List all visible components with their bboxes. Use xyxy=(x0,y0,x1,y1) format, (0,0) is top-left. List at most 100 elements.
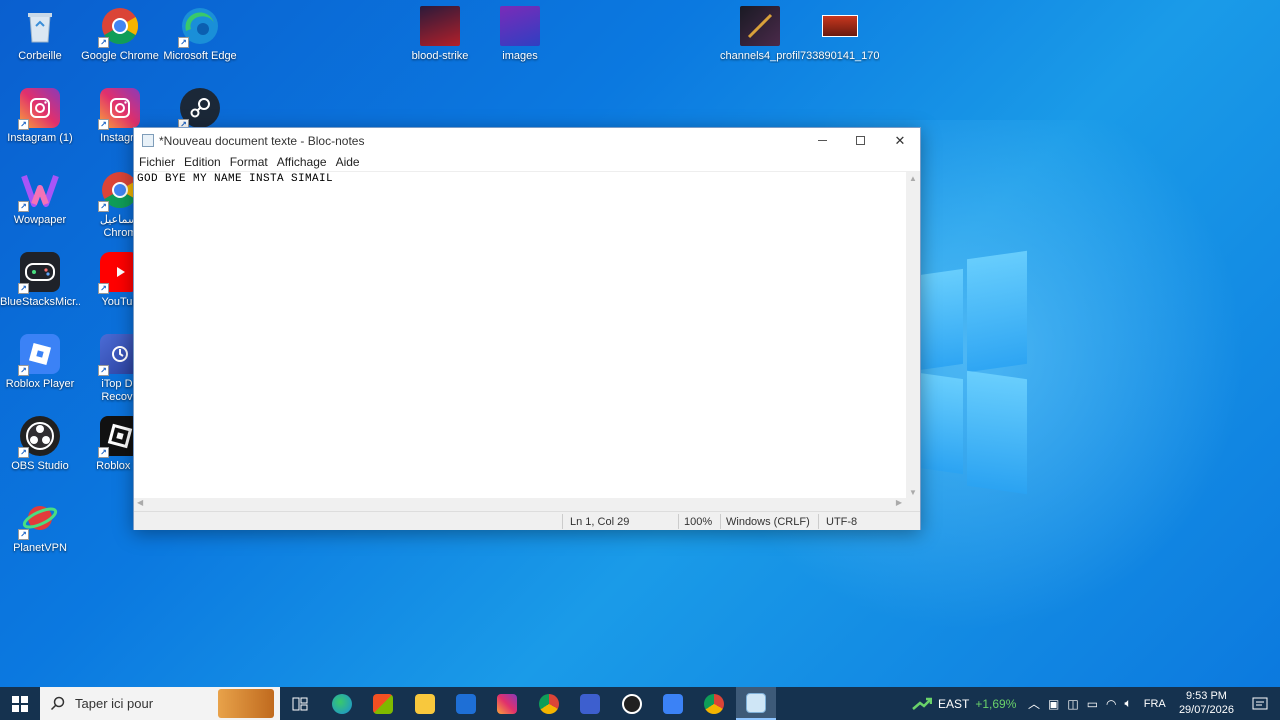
taskbar-edge[interactable] xyxy=(322,687,362,720)
recycle-bin-icon xyxy=(20,6,60,46)
taskbar-instagram[interactable] xyxy=(487,687,527,720)
menu-format[interactable]: Format xyxy=(230,155,268,169)
desktop-icon-label: Google Chrome xyxy=(81,50,159,62)
desktop-icon-label: 733890141_170... xyxy=(800,50,880,62)
language-indicator[interactable]: FRA xyxy=(1144,698,1166,710)
minimize-icon xyxy=(817,140,827,141)
desktop-icon-label: Wowpaper xyxy=(13,214,67,226)
tray-sync-icon[interactable]: ◫ xyxy=(1067,697,1078,711)
close-icon: ✕ xyxy=(894,132,906,148)
desktop-icon-instagram-1[interactable]: ↗ Instagram (1) xyxy=(0,88,80,145)
system-tray-icons: ︿ ▣ ◫ ▭ ◠ 🔈︎ FRA xyxy=(1028,687,1166,720)
stock-name: EAST xyxy=(938,696,970,711)
stock-up-arrow-icon xyxy=(912,697,932,710)
show-hidden-icons-chevron-icon[interactable]: ︿ xyxy=(1028,695,1040,712)
desktop-icon-blood-strike[interactable]: blood-strike xyxy=(400,6,480,63)
desktop-icon-label: Roblox Player xyxy=(5,378,75,390)
obs-studio-icon: ↗ xyxy=(18,416,60,458)
steam-icon: ↗ xyxy=(178,88,220,130)
scroll-up-icon[interactable]: ▲ xyxy=(909,174,917,183)
taskbar-itop-recovery[interactable] xyxy=(570,687,610,720)
status-divider xyxy=(678,514,679,529)
itop-data-recovery-icon xyxy=(580,693,600,714)
image-file-thumbnail-icon xyxy=(820,6,860,46)
tray-app-icon[interactable]: ▣ xyxy=(1048,697,1059,711)
instagram-icon xyxy=(497,693,517,714)
notepad-window[interactable]: *Nouveau document texte - Bloc-notes ✕ F… xyxy=(133,127,921,530)
desktop-icon-planetvpn[interactable]: ↗ PlanetVPN xyxy=(0,498,80,555)
menu-edition[interactable]: Edition xyxy=(184,155,221,169)
search-placeholder: Taper ici pour xyxy=(75,696,154,711)
cursor-position: Ln 1, Col 29 xyxy=(570,516,630,528)
desktop-icon-images[interactable]: images xyxy=(480,6,560,63)
desktop-icon-label: PlanetVPN xyxy=(13,542,67,554)
obs-studio-icon xyxy=(622,693,642,714)
taskbar-search-box[interactable]: Taper ici pour xyxy=(40,687,280,720)
text-editor-area[interactable]: GOD BYE MY NAME INSTA SIMAIL ▲ ▼ xyxy=(134,171,920,499)
desktop-icon-channels4-profile[interactable]: channels4_profile xyxy=(720,6,800,63)
editor-content[interactable]: GOD BYE MY NAME INSTA SIMAIL xyxy=(137,173,333,185)
menu-affichage[interactable]: Affichage xyxy=(277,155,327,169)
notification-icon xyxy=(1252,697,1268,709)
desktop-icon-image-file[interactable]: 733890141_170... xyxy=(800,6,880,63)
minimize-button[interactable] xyxy=(802,128,842,153)
desktop-icon-label: Microsoft Edge xyxy=(163,50,237,62)
window-title: *Nouveau document texte - Bloc-notes xyxy=(159,133,365,148)
maximize-button[interactable] xyxy=(840,128,880,153)
desktop-icon-obs-studio[interactable]: ↗ OBS Studio xyxy=(0,416,80,473)
task-view-button[interactable] xyxy=(280,687,320,720)
clock-date: 29/07/2026 xyxy=(1178,704,1234,716)
start-button[interactable] xyxy=(0,687,40,720)
taskbar-store[interactable] xyxy=(363,687,403,720)
taskbar-mail[interactable] xyxy=(446,687,486,720)
windows-start-icon xyxy=(12,695,28,712)
wifi-icon[interactable]: ◠ xyxy=(1106,697,1116,711)
scroll-left-icon[interactable]: ◀ xyxy=(137,498,143,507)
desktop-icon-label: channels4_profile xyxy=(720,50,800,62)
desktop-icon-recycle-bin[interactable]: Corbeille xyxy=(0,6,80,63)
notifications-button[interactable] xyxy=(1240,687,1280,720)
notepad-icon xyxy=(142,134,154,147)
vertical-scrollbar[interactable]: ▲ ▼ xyxy=(906,172,920,499)
taskbar-file-explorer[interactable] xyxy=(405,687,445,720)
desktop-icon-label: Corbeille xyxy=(18,50,62,62)
clock-time: 9:53 PM xyxy=(1185,690,1227,702)
status-bar: Ln 1, Col 29 100% Windows (CRLF) UTF-8 xyxy=(134,511,920,530)
desktop-icon-bluestacks[interactable]: ↗ BlueStacksMicr... xyxy=(0,252,80,309)
edge-icon xyxy=(332,693,352,714)
menu-bar: Fichier Edition Format Affichage Aide xyxy=(134,153,920,171)
desktop-icon-label: Instagram (1) xyxy=(7,132,73,144)
notepad-title-bar[interactable]: *Nouveau document texte - Bloc-notes ✕ xyxy=(134,128,920,153)
blood-strike-thumbnail-icon xyxy=(420,6,460,46)
clock[interactable]: 9:53 PM 29/07/2026 xyxy=(1179,689,1234,717)
taskbar-obs[interactable] xyxy=(612,687,652,720)
taskbar-chrome-profile[interactable] xyxy=(694,687,734,720)
desktop-icon-microsoft-edge[interactable]: ↗ Microsoft Edge xyxy=(160,6,240,63)
scroll-right-icon[interactable]: ▶ xyxy=(896,498,902,507)
horizontal-scrollbar[interactable]: ◀ ▶ xyxy=(134,498,920,511)
taskbar-chrome[interactable] xyxy=(529,687,569,720)
planetvpn-icon: ↗ xyxy=(18,498,60,540)
menu-fichier[interactable]: Fichier xyxy=(139,155,175,169)
close-button[interactable]: ✕ xyxy=(880,128,920,153)
taskbar-roblox[interactable] xyxy=(653,687,693,720)
desktop-icon-google-chrome[interactable]: ↗ Google Chrome xyxy=(80,6,160,63)
instagram-icon: ↗ xyxy=(18,88,60,130)
taskbar-notepad[interactable] xyxy=(736,687,776,720)
roblox-player-icon: ↗ xyxy=(18,334,60,376)
search-icon xyxy=(50,696,65,711)
desktop-icon-steam[interactable]: ↗ xyxy=(160,88,240,132)
notepad-icon xyxy=(746,692,766,713)
desktop-icon-label: OBS Studio xyxy=(11,460,69,472)
desktop-icon-wowpaper[interactable]: ↗ Wowpaper xyxy=(0,170,80,227)
windows-logo-wallpaper xyxy=(905,250,1030,495)
volume-icon[interactable]: 🔈︎ xyxy=(1125,696,1132,711)
battery-icon[interactable]: ▭ xyxy=(1087,697,1098,711)
scroll-down-icon[interactable]: ▼ xyxy=(909,488,917,497)
chrome-icon xyxy=(704,693,724,714)
desktop-icon-label: images xyxy=(502,50,538,62)
line-endings: Windows (CRLF) xyxy=(726,516,810,528)
menu-aide[interactable]: Aide xyxy=(336,155,360,169)
desktop-icon-roblox-player[interactable]: ↗ Roblox Player xyxy=(0,334,80,391)
stock-widget[interactable]: EAST +1,69% xyxy=(912,687,1016,720)
